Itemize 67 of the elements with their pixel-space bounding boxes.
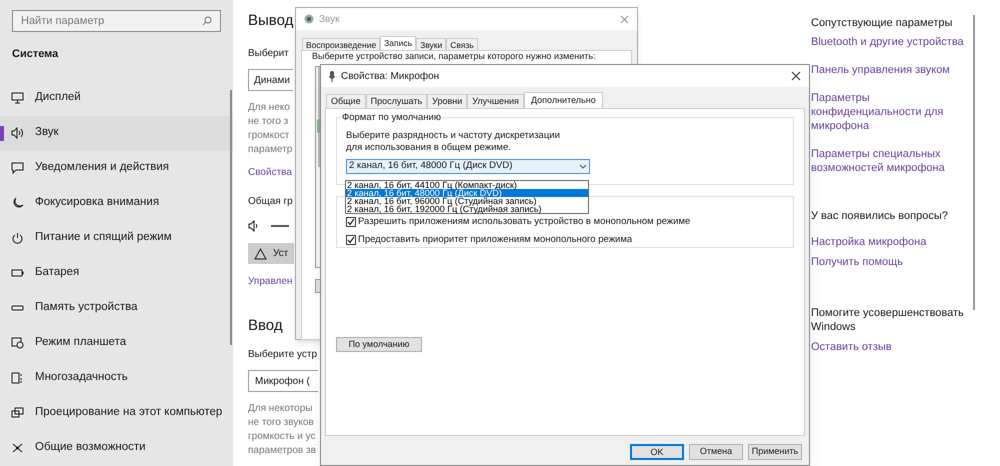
- dropdown-value: 2 канал, 16 бит, 48000 Гц (Диск DVD): [349, 159, 512, 174]
- dropdown-option[interactable]: 2 канал, 16 бит, 192000 Гц (Студийная запись): [346, 205, 588, 213]
- checkbox-label: Предоставить приоритет приложениям монопольного режима: [358, 233, 632, 248]
- nav-item[interactable]: Батарея: [0, 256, 233, 290]
- related-link[interactable]: Bluetooth и другие устройства: [811, 35, 973, 49]
- section-heading: Ввод: [248, 316, 283, 336]
- related-link[interactable]: Настройка микрофона: [811, 235, 973, 249]
- tab[interactable]: Общие: [326, 94, 366, 108]
- troubleshoot-button[interactable]: Уст: [248, 243, 294, 264]
- section-heading: Сопутствующие параметры: [811, 16, 954, 30]
- dialog-button[interactable]: Отмена: [689, 444, 743, 460]
- nav-item[interactable]: Уведомления и действия: [0, 150, 233, 186]
- section-heading: Система: [12, 47, 60, 62]
- related-link[interactable]: Параметры специальных возможностей микрофона: [811, 147, 973, 175]
- tab[interactable]: Дополнительно: [524, 92, 603, 108]
- search-placeholder: Найти параметр: [21, 14, 104, 29]
- description-text: Выберите разрядность и частоту дискретизации для использования в общем режиме.: [346, 130, 561, 154]
- note-text: громкость и ус: [248, 430, 316, 444]
- nav-item[interactable]: Общие возможности: [0, 430, 233, 466]
- nav-item[interactable]: Режим планшета: [0, 326, 233, 360]
- nav-item[interactable]: Проецирование на этот компьютер: [0, 396, 233, 430]
- related-link[interactable]: Параметры конфиденциальности для микрофона: [811, 91, 973, 133]
- tab[interactable]: Улучшения: [467, 94, 524, 108]
- note-text: Для неко: [248, 101, 290, 115]
- device-dropdown[interactable]: Микрофон (: [248, 370, 318, 392]
- note-text: не того звуков: [248, 416, 314, 430]
- section-heading: Помогите усовершенствовать Windows: [811, 306, 965, 334]
- note-text: параметров зв: [248, 444, 316, 458]
- tab[interactable]: Звуки: [416, 38, 446, 50]
- field-label: Выберит: [248, 47, 289, 61]
- note-text: параметр: [248, 143, 292, 157]
- tab[interactable]: Запись: [380, 36, 416, 50]
- tab[interactable]: Прослушать: [366, 94, 428, 108]
- window-title: Свойства: Микрофон: [341, 70, 440, 84]
- properties-link[interactable]: Свойства: [248, 165, 292, 180]
- checkbox-label: Разрешить приложениям использовать устройство в монопольном режиме: [358, 215, 690, 229]
- tab[interactable]: Уровни: [427, 94, 468, 108]
- note-text: не того з: [248, 115, 288, 129]
- nav-item[interactable]: Звук: [0, 116, 233, 150]
- dialog-button[interactable]: Применить: [748, 444, 802, 460]
- dropdown-option[interactable]: 2 канал, 16 бит, 48000 Гц (Диск DVD): [346, 189, 588, 197]
- format-dropdown[interactable]: 2 канал, 16 бит, 48000 Гц (Диск DVD): [346, 159, 590, 174]
- dropdown-option[interactable]: 2 канал, 16 бит, 96000 Гц (Студийная запись): [346, 197, 588, 205]
- search-field[interactable]: Найти параметр: [12, 10, 221, 32]
- field-label: Выберите устр: [248, 348, 318, 362]
- note-text: громкост: [248, 129, 290, 143]
- dialog-button[interactable]: OK: [630, 444, 684, 460]
- section-heading: Вывод: [248, 11, 294, 31]
- default-button[interactable]: По умолчанию: [336, 337, 422, 352]
- related-link[interactable]: Оставить отзыв: [811, 340, 973, 354]
- nav-item[interactable]: Питание и спящий режим: [0, 220, 233, 256]
- related-link[interactable]: Панель управления звуком: [811, 63, 973, 77]
- dropdown-option[interactable]: 2 канал, 16 бит, 44100 Гц (Компакт-диск): [346, 181, 588, 189]
- nav-item[interactable]: Многозадачность: [0, 360, 233, 396]
- tab[interactable]: Воспроизведение: [302, 38, 380, 50]
- nav-item[interactable]: Дисплей: [0, 80, 233, 116]
- nav-item[interactable]: Фокусировка внимания: [0, 186, 233, 220]
- field-label: Общая гр: [248, 195, 293, 209]
- note-text: Для некоторы: [248, 402, 312, 416]
- instruction-text: Выберите устройство записи, параметры которого нужно изменить:: [312, 51, 597, 61]
- tab[interactable]: Связь: [446, 38, 478, 50]
- nav-item[interactable]: Память устройства: [0, 290, 233, 326]
- window-title: Звук: [319, 12, 340, 26]
- section-heading: У вас появились вопросы?: [811, 209, 949, 223]
- device-dropdown[interactable]: Динами: [248, 69, 293, 91]
- manage-link[interactable]: Управлен: [248, 274, 292, 289]
- related-link[interactable]: Получить помощь: [811, 255, 973, 269]
